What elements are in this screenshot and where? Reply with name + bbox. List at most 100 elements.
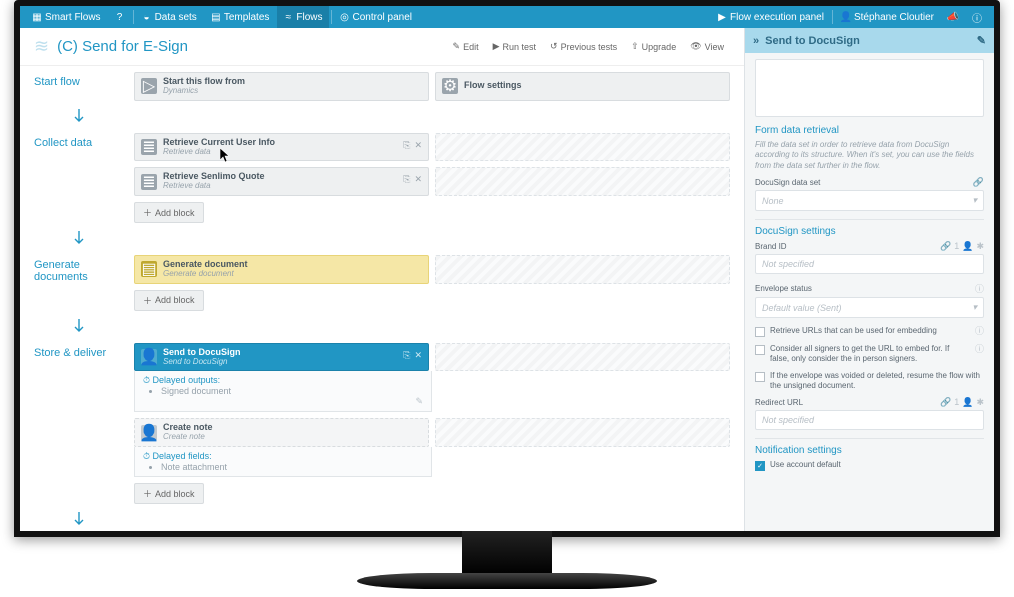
chk-resume-voided[interactable] — [755, 372, 765, 382]
envelope-status-select[interactable]: Default value (Sent)▾ — [755, 297, 984, 318]
placeholder-slot — [435, 167, 730, 196]
placeholder-slot — [435, 418, 730, 447]
nav-data-sets[interactable]: ◒Data sets — [136, 6, 203, 28]
note-icon: 👤 — [141, 425, 157, 441]
brand-id-input[interactable]: Not specified — [755, 254, 984, 274]
close-icon[interactable]: ✕ — [414, 350, 422, 361]
info-icon[interactable]: ⓘ — [975, 282, 984, 295]
placeholder-slot — [435, 133, 730, 162]
chk-retrieve-urls[interactable] — [755, 327, 765, 337]
stage-collect-data: Collect data — [34, 133, 134, 149]
control-icon: ◎ — [340, 12, 350, 22]
star-icon[interactable]: ✱ — [976, 397, 984, 408]
action-upgrade[interactable]: ⇧Upgrade — [625, 38, 682, 55]
start-icon: ▷ — [141, 78, 157, 94]
block-retrieve-quote[interactable]: ≣ Retrieve Senlimo QuoteRetrieve data ⎘✕ — [134, 167, 429, 196]
block-create-note[interactable]: 👤 Create noteCreate note — [134, 418, 429, 447]
eye-icon: 👁 — [690, 41, 701, 52]
copy-icon[interactable]: ⎘ — [403, 350, 410, 361]
clock-icon: ⏱ — [143, 375, 150, 385]
nav-about[interactable]: ⓘ — [966, 6, 988, 28]
db-icon: ≣ — [141, 174, 157, 190]
add-block-store[interactable]: ＋Add block — [134, 483, 204, 504]
plus-icon: ＋ — [143, 487, 152, 500]
top-nav: ▦Smart Flows ? ◒Data sets ▤Templates ≈Fl… — [20, 6, 994, 28]
link-icon[interactable]: 🔗 — [973, 177, 984, 188]
pencil-icon[interactable]: ✎ — [977, 34, 986, 47]
wave-icon: ≋ — [34, 36, 49, 57]
action-run-test[interactable]: ▶Run test — [487, 38, 542, 55]
chk-use-account-default[interactable]: ✓ — [755, 461, 765, 471]
block-flow-settings[interactable]: ⚙ Flow settings — [435, 72, 730, 101]
flow-icon: ≈ — [283, 12, 293, 22]
properties-panel: »Send to DocuSign ✎ Form data retrieval … — [744, 28, 994, 531]
arrow-icon — [34, 107, 730, 127]
nav-flows[interactable]: ≈Flows — [277, 6, 328, 28]
chk-consider-all-signers[interactable] — [755, 345, 765, 355]
user-icon: 👤 — [841, 12, 851, 22]
expand-icon[interactable]: » — [753, 35, 759, 47]
plus-icon: ＋ — [143, 206, 152, 219]
link-icon[interactable]: 🔗 — [940, 397, 951, 408]
link-icon[interactable]: 🔗 — [940, 241, 951, 252]
page-header: ≋(C) Send for E-Sign ✎Edit ▶Run test ↺Pr… — [20, 28, 744, 66]
placeholder-slot — [435, 255, 730, 284]
template-icon: ▤ — [211, 12, 221, 22]
horn-icon: 📣 — [948, 12, 958, 22]
copy-icon[interactable]: ⎘ — [403, 174, 410, 185]
nav-flow-execution[interactable]: ▶Flow execution panel — [711, 6, 830, 28]
help-icon: ? — [115, 12, 125, 22]
action-edit[interactable]: ✎Edit — [447, 38, 485, 55]
action-previous-tests[interactable]: ↺Previous tests — [544, 38, 623, 55]
placeholder-slot — [435, 343, 730, 372]
block-retrieve-user-info[interactable]: ≣ Retrieve Current User InfoRetrieve dat… — [134, 133, 429, 162]
play-icon: ▶ — [717, 12, 727, 22]
document-icon: ▤ — [141, 261, 157, 277]
user-icon[interactable]: 👤 — [962, 241, 973, 252]
section-form-data-retrieval: Form data retrieval — [755, 125, 984, 136]
up-icon: ⇧ — [631, 41, 639, 52]
copy-icon[interactable]: ⎘ — [403, 140, 410, 151]
arrow-icon — [34, 317, 730, 337]
info-icon: ⓘ — [972, 12, 982, 22]
db-icon: ◒ — [142, 12, 152, 22]
nav-control-panel[interactable]: ◎Control panel — [334, 6, 418, 28]
delayed-outputs: ⏱ Delayed outputs: Signed document ✎ — [134, 371, 432, 412]
action-view[interactable]: 👁View — [684, 38, 730, 55]
star-icon[interactable]: ✱ — [976, 241, 984, 252]
badge: 1 — [954, 397, 959, 408]
user-icon[interactable]: 👤 — [962, 397, 973, 408]
block-start-flow[interactable]: ▷ Start this flow fromDynamics — [134, 72, 429, 101]
docusign-dataset-select[interactable]: None▾ — [755, 190, 984, 211]
play-icon: ▶ — [493, 41, 500, 52]
settings-icon: ⚙ — [442, 78, 458, 94]
nav-smart-flows[interactable]: ▦Smart Flows — [26, 6, 107, 28]
panel-title: Send to DocuSign — [765, 35, 860, 47]
arrow-icon — [34, 510, 730, 530]
chevron-down-icon: ▾ — [972, 195, 977, 206]
nav-templates[interactable]: ▤Templates — [205, 6, 276, 28]
stage-store-deliver: Store & deliver — [34, 343, 134, 359]
add-block-collect[interactable]: ＋Add block — [134, 202, 204, 223]
history-icon: ↺ — [550, 41, 558, 52]
description-textarea[interactable] — [755, 59, 984, 117]
db-icon: ≣ — [141, 139, 157, 155]
nav-help[interactable]: ? — [109, 6, 131, 28]
block-generate-document[interactable]: ▤ Generate documentGenerate document — [134, 255, 429, 284]
add-block-generate[interactable]: ＋Add block — [134, 290, 204, 311]
stage-generate-documents: Generate documents — [34, 255, 134, 283]
plus-icon: ＋ — [143, 294, 152, 307]
nav-announcements[interactable]: 📣 — [942, 6, 964, 28]
clock-icon: ⏱ — [143, 451, 150, 461]
redirect-url-input[interactable]: Not specified — [755, 410, 984, 430]
block-send-to-docusign[interactable]: 👤 Send to DocuSignSend to DocuSign ⎘✕ — [134, 343, 429, 372]
stage-start-flow: Start flow — [34, 72, 134, 88]
badge: 1 — [954, 241, 959, 252]
close-icon[interactable]: ✕ — [414, 174, 422, 185]
page-title: ≋(C) Send for E-Sign — [34, 36, 188, 57]
user-send-icon: 👤 — [141, 349, 157, 365]
section-notification-settings: Notification settings — [755, 445, 984, 456]
doc-icon: ▦ — [32, 12, 42, 22]
nav-user[interactable]: 👤Stéphane Cloutier — [835, 6, 940, 28]
close-icon[interactable]: ✕ — [414, 140, 422, 151]
